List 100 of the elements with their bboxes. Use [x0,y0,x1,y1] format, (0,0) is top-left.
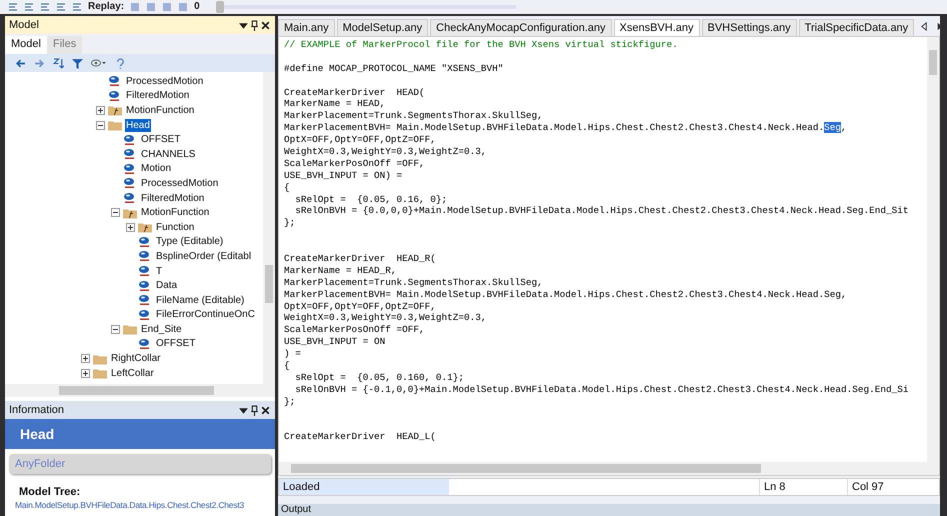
variable-icon [123,147,137,162]
model-tree-link[interactable]: Main.ModelSetup.BVHFileData.Data.Hips.Chest.Chest2.Chest3 [15,499,244,511]
scroll-right-icon[interactable] [935,22,944,30]
variable-icon [123,132,137,147]
code-line: ScaleMarkerPosOnOff =OFF, [284,324,426,336]
panel-title: Information [9,404,66,416]
code-line: MarkerPlacementBVH= Main.ModelSetup.BVHFileData.Model.Hips.Chest.Chest2.Chest3.Chest4.Neck.Head.Seg, [284,122,848,134]
code-line: WeightX=0.3,WeightY=0.3,WeightZ=0.3, [284,312,488,324]
toolbar-icon[interactable] [24,2,34,12]
expand-icon[interactable] [81,368,90,378]
tree-item[interactable]: BsplineOrder (Editabl [155,250,252,263]
code-line: sRelOpt = {0.05, 0.160, 0.1}; [294,372,466,384]
code-line: }; [284,396,296,408]
horizontal-scrollbar[interactable] [5,384,275,397]
variable-icon [138,264,152,278]
horizontal-scrollbar[interactable] [279,462,939,475]
tree-item[interactable]: OFFSET [155,337,196,350]
expand-icon[interactable] [126,222,135,232]
collapse-icon[interactable] [111,324,120,334]
expand-icon[interactable] [81,354,90,364]
panel-title: Model [9,19,40,31]
close-icon[interactable] [260,20,271,30]
code-line: MarkerName = HEAD_R, [284,264,398,277]
file-tab[interactable]: ModelSetup.any [336,19,428,36]
toolbar-icon[interactable] [56,2,66,12]
code-line: sRelOpt = {0.05, 0.16, 0}; [294,194,448,206]
code-line: OptX=OFF,OptY=OFF,OptZ=OFF, [284,300,437,312]
code-line: CreateMarkerDriver HEAD_R( [284,253,437,265]
code-line: MarkerPlacement=Trunk.SegmentsThorax.SkullSeg, [284,276,544,289]
tree-item[interactable]: CHANNELS [140,148,196,161]
code-line: }; [284,217,296,230]
variable-icon [123,191,137,206]
tree-item[interactable]: ProcessedMotion [140,176,220,190]
panel-tab[interactable]: Files [46,36,82,54]
close-icon[interactable] [260,404,271,416]
tree-item[interactable]: FilteredMotion [140,192,206,205]
tree-item[interactable]: FilteredMotion [125,89,190,102]
file-tab[interactable]: CheckAnyMocapConfiguration.any [430,19,612,36]
variable-icon [123,162,137,176]
tree-item[interactable]: Data [155,279,178,292]
variable-icon [138,278,152,293]
variable-icon [138,234,152,249]
tree-item[interactable]: FileName (Editable) [155,294,246,307]
toolbar-icon[interactable] [8,2,18,12]
tree-item[interactable]: RightCollar [110,352,162,366]
tree-item[interactable]: T [155,264,164,278]
tree-item[interactable]: ProcessedMotion [125,74,204,88]
sort-icon[interactable] [53,58,64,68]
panel-tab[interactable]: Model [5,36,47,54]
expand-icon[interactable] [96,106,105,115]
code-line: sRelOnBVH = {0.0,0,0}+Main.ModelSetup.BVHFileData.Model.Hips.Chest.Chest2.Chest3.Chest4.Neck.Head.Seg.End_Sit [294,205,910,218]
variable-icon [108,88,122,103]
variable-icon [138,249,152,264]
tree-item[interactable]: FileErrorContinueOnC [155,308,256,322]
code-line: MarkerPlacementBVH= Main.ModelSetup.BVHFileData.Model.Hips.Chest.Chest2.Chest3.Chest4.Neck.Head.Seg, [284,288,848,301]
vertical-scrollbar[interactable] [927,37,939,462]
filter-icon[interactable] [72,58,83,68]
toolbar-icon[interactable] [72,2,82,12]
code-line: CreateMarkerDriver HEAD( [284,86,426,98]
back-arrow-icon[interactable] [15,58,26,68]
pin-icon[interactable] [249,404,260,416]
tree-item[interactable]: Function [155,220,196,234]
collapse-icon[interactable] [111,208,120,218]
line-number: Ln 8 [759,479,847,495]
info-heading: Head [5,419,275,449]
tree-item[interactable]: LeftCollar [110,366,155,380]
collapse-icon[interactable] [96,120,105,130]
code-line: MarkerName = HEAD, [284,98,386,110]
tree-item[interactable]: End_Site [140,322,183,336]
frame-number: 0 [194,1,200,13]
toolbar-icon[interactable] [40,2,50,12]
file-tab[interactable]: TrialSpecificData.any [798,19,914,36]
tree-item[interactable]: MotionFunction [125,104,196,117]
code-line: USE_BVH_INPUT = ON [284,336,386,348]
tree-item[interactable]: Motion [140,162,172,176]
slider-thumb[interactable] [216,1,224,13]
code-line: #define MOCAP_PROTOCOL_NAME "XSENS_BVH" [284,62,504,75]
scroll-left-icon[interactable] [920,22,930,30]
pin-icon[interactable] [249,20,260,30]
replay-label: Replay: [88,1,124,13]
code-line: USE_BVH_INPUT = ON) = [284,170,404,182]
code-line: WeightX=0.3,WeightY=0.3,WeightZ=0.3, [284,146,488,158]
variable-icon [123,176,137,190]
code-line: ) = [284,348,302,360]
tree-item[interactable]: Head [125,118,151,132]
vertical-scrollbar[interactable] [263,72,275,384]
code-line: ScaleMarkerPosOnOff =OFF, [284,158,426,170]
model-tree-label: Model Tree: [19,486,80,499]
file-tab[interactable]: BVHSettings.any [702,19,797,36]
tree-item[interactable]: OFFSET [140,133,182,146]
file-tab[interactable]: XsensBVH.any [614,19,700,36]
code-line: CreateMarkerDriver HEAD_L( [284,431,437,444]
panel-title: Output [281,504,312,516]
file-tab[interactable]: Main.any [278,19,335,36]
column-number: Col 97 [847,479,935,495]
code-line: OptX=OFF,OptY=OFF,OptZ=OFF, [284,134,437,146]
tree-item[interactable]: MotionFunction [140,206,210,220]
type-badge: AnyFolder [9,454,271,474]
status-text: Loaded [279,479,449,495]
tree-item[interactable]: Type (Editable) [155,235,224,248]
